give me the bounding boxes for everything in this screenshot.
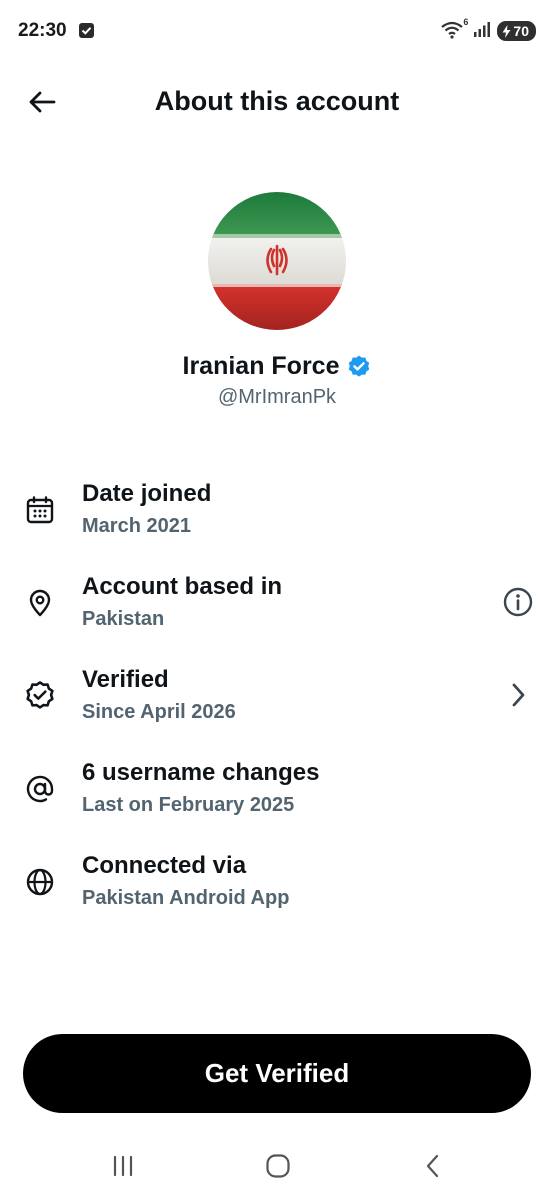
account-info-list: Date joined March 2021 Account based in … bbox=[0, 472, 554, 937]
info-row-account-based-in: Account based in Pakistan bbox=[0, 565, 554, 658]
wifi-badge: 6 bbox=[463, 17, 469, 27]
status-indicators: 6 70 bbox=[441, 17, 536, 42]
info-subtitle: Pakistan bbox=[82, 608, 165, 630]
info-row-connected-via: Connected via Pakistan Android App bbox=[0, 844, 554, 937]
get-verified-button[interactable]: Get Verified bbox=[23, 1034, 531, 1113]
info-title: 6 username changes bbox=[82, 759, 320, 786]
verified-badge-icon bbox=[22, 678, 58, 714]
info-row-verified[interactable]: Verified Since April 2026 bbox=[0, 658, 554, 751]
info-row-username-changes: 6 username changes Last on February 2025 bbox=[0, 751, 554, 844]
globe-icon bbox=[22, 864, 58, 900]
wifi-icon: 6 bbox=[441, 17, 468, 41]
info-subtitle: Since April 2026 bbox=[82, 701, 236, 723]
battery-indicator: 70 bbox=[497, 21, 536, 41]
signal-icon bbox=[473, 21, 491, 42]
page-title: About this account bbox=[154, 86, 400, 116]
info-title: Verified bbox=[82, 666, 169, 693]
display-name: Iranian Force bbox=[182, 352, 340, 380]
info-row-date-joined: Date joined March 2021 bbox=[0, 472, 554, 565]
back-icon[interactable] bbox=[413, 1150, 453, 1182]
profile-name-row: Iranian Force bbox=[0, 352, 554, 381]
info-subtitle: March 2021 bbox=[82, 515, 191, 537]
info-subtitle: Last on February 2025 bbox=[82, 794, 295, 816]
info-title: Date joined bbox=[82, 480, 212, 507]
info-title: Account based in bbox=[82, 573, 283, 600]
info-subtitle: Pakistan Android App bbox=[82, 887, 290, 909]
location-pin-icon bbox=[22, 585, 58, 621]
info-title: Connected via bbox=[82, 852, 247, 879]
system-navigation-bar bbox=[0, 1132, 554, 1200]
battery-level: 70 bbox=[513, 23, 529, 39]
avatar[interactable] bbox=[208, 192, 346, 330]
info-circle-icon[interactable] bbox=[500, 584, 536, 620]
status-bar: 22:30 6 70 bbox=[0, 0, 554, 62]
chevron-right-icon[interactable] bbox=[500, 677, 536, 713]
status-time: 22:30 bbox=[18, 20, 67, 41]
calendar-icon bbox=[22, 492, 58, 528]
notification-check-icon bbox=[79, 23, 94, 38]
top-app-bar: About this account bbox=[0, 62, 554, 138]
at-sign-icon bbox=[22, 771, 58, 807]
home-icon[interactable] bbox=[258, 1150, 298, 1182]
handle: @MrImranPk bbox=[217, 386, 337, 408]
verified-badge-icon bbox=[348, 355, 369, 377]
battery-charging-icon bbox=[502, 24, 511, 38]
recent-apps-icon[interactable] bbox=[103, 1150, 143, 1182]
